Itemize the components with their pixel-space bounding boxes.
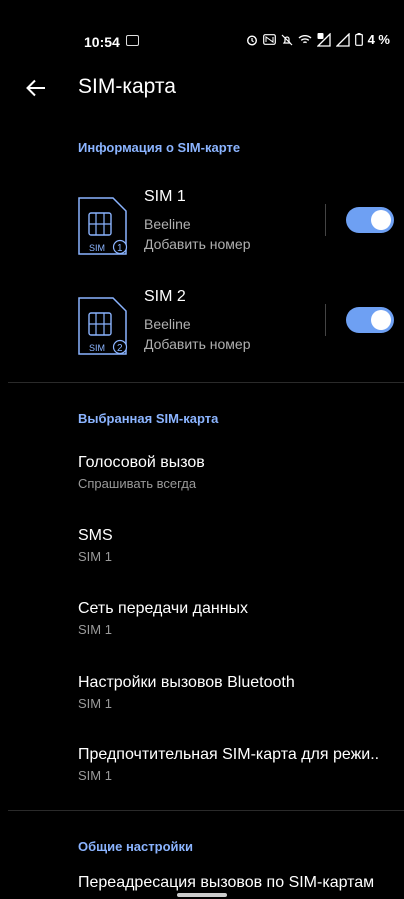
- section-header-preferred-sim: Выбранная SIM-карта: [78, 411, 219, 426]
- pref-item-title: Переадресация вызовов по SIM-картам: [78, 874, 375, 891]
- status-time: 10:54: [84, 34, 120, 50]
- back-button[interactable]: [20, 72, 52, 104]
- pref-item-title: SMS: [78, 527, 113, 544]
- mute-icon: [281, 34, 293, 45]
- signal-sim1-icon: [316, 32, 331, 47]
- pref-item-subtitle: SIM 1: [78, 549, 112, 564]
- divider: [325, 204, 326, 236]
- sim-1-toggle[interactable]: [346, 207, 394, 233]
- sim-2-icon-label: SIM: [89, 343, 105, 353]
- section-divider: [8, 810, 404, 811]
- arrow-left-icon: [26, 79, 45, 97]
- sim-2-add-number[interactable]: Добавить номер: [144, 336, 250, 352]
- alarm-icon: [246, 34, 257, 46]
- app-bar: SIM-карта: [0, 62, 404, 112]
- pref-item-title: Настройки вызовов Bluetooth: [78, 674, 295, 691]
- section-header-sim-info: Информация о SIM-карте: [78, 140, 241, 155]
- page-title: SIM-карта: [78, 75, 176, 98]
- battery-icon: [354, 33, 363, 46]
- pref-item-sms[interactable]: SMS SIM 1: [0, 527, 404, 583]
- pref-item-subtitle: SIM 1: [78, 622, 112, 637]
- wifi-icon: [298, 35, 312, 44]
- pref-item-bluetooth-calls[interactable]: Настройки вызовов Bluetooth SIM 1: [0, 674, 404, 730]
- pref-item-mobile-data[interactable]: Сеть передачи данных SIM 1: [0, 600, 404, 656]
- section-header-general: Общие настройки: [78, 839, 193, 854]
- signal-sim2-icon: [335, 32, 350, 47]
- divider: [325, 304, 326, 336]
- sim-1-add-number[interactable]: Добавить номер: [144, 236, 250, 252]
- pref-item-voice-call[interactable]: Голосовой вызов Спрашивать всегда: [0, 454, 404, 510]
- sim-2-row[interactable]: SIM 2 SIM 2 Beeline Добавить номер: [0, 288, 404, 374]
- sim-card-2-icon: SIM 2: [78, 297, 128, 355]
- status-icons: 4 %: [246, 32, 390, 47]
- pref-item-subtitle: Спрашивать всегда: [78, 476, 197, 491]
- sim-card-1-icon: SIM 1: [78, 197, 128, 255]
- pref-item-subtitle: SIM 1: [78, 768, 112, 783]
- battery-percentage: 4 %: [367, 32, 390, 47]
- sim-1-row[interactable]: SIM 1 SIM 1 Beeline Добавить номер: [0, 188, 404, 274]
- status-bar: 10:54 4 %: [0, 0, 404, 60]
- section-divider: [8, 382, 404, 383]
- nfc-icon: [262, 34, 276, 45]
- pref-item-title: Голосовой вызов: [78, 454, 205, 471]
- sim-2-carrier: Beeline: [144, 316, 191, 332]
- sim-2-toggle[interactable]: [346, 307, 394, 333]
- image-notification-icon: [126, 35, 139, 46]
- sim-1-icon-number: 1: [117, 243, 123, 254]
- pref-item-title: Сеть передачи данных: [78, 600, 249, 617]
- sim-1-icon-label: SIM: [89, 243, 105, 253]
- gesture-nav-handle[interactable]: [177, 893, 227, 897]
- pref-item-preferred-sim-mode[interactable]: Предпочтительная SIM-карта для режи.. SI…: [0, 746, 404, 802]
- sim-2-name: SIM 2: [144, 288, 186, 305]
- pref-item-title: Предпочтительная SIM-карта для режи..: [78, 746, 380, 763]
- pref-item-subtitle: SIM 1: [78, 696, 112, 711]
- sim-1-carrier: Beeline: [144, 216, 191, 232]
- toggle-knob: [371, 310, 391, 330]
- sim-2-icon-number: 2: [117, 343, 123, 354]
- toggle-knob: [371, 210, 391, 230]
- sim-1-name: SIM 1: [144, 188, 186, 205]
